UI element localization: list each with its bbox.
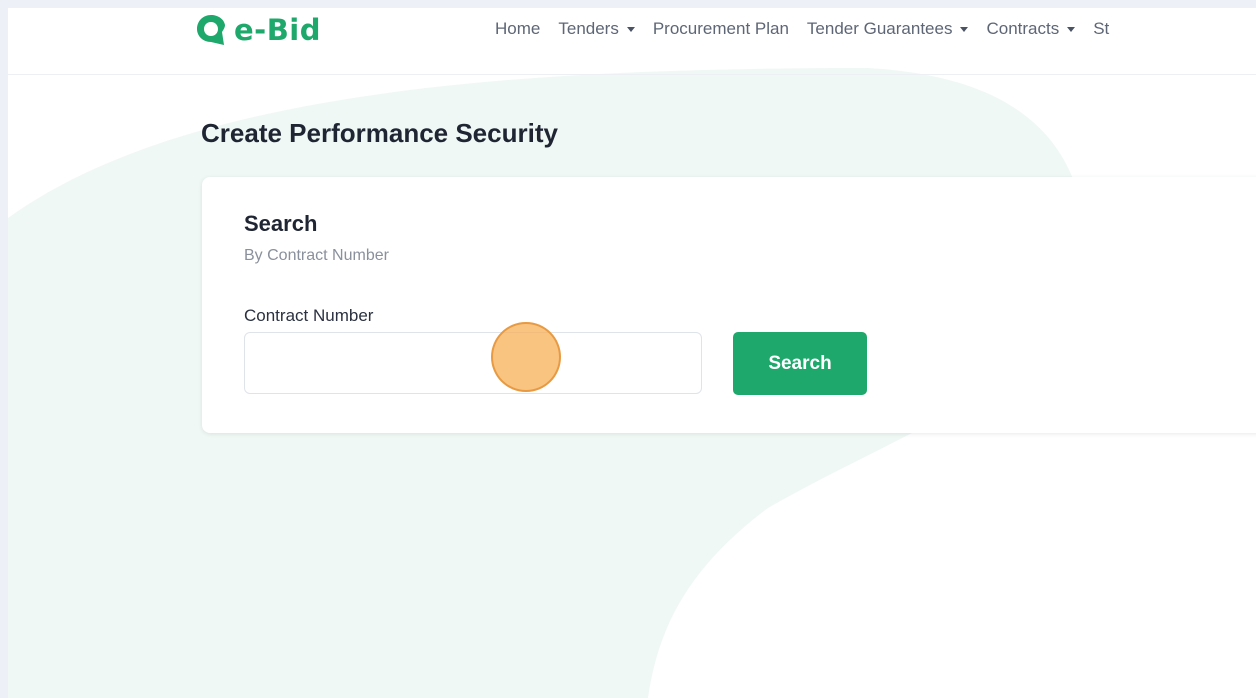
page-title: Create Performance Security <box>201 118 558 148</box>
caret-down-icon <box>626 27 635 32</box>
nav-procurement-plan-label: Procurement Plan <box>652 19 789 38</box>
click-indicator <box>491 322 561 392</box>
top-navbar: e-Bid Home Tenders Procurement Plan Tend… <box>8 8 1256 75</box>
search-card: Search By Contract Number Contract Numbe… <box>202 177 1256 433</box>
logo-text: e-Bid <box>234 13 322 47</box>
nav-home-label: Home <box>495 19 541 38</box>
contract-number-input[interactable] <box>244 332 702 394</box>
browser-viewport: e-Bid Home Tenders Procurement Plan Tend… <box>8 8 1256 698</box>
main-nav: Home Tenders Procurement Plan Tender Gua… <box>495 19 1127 39</box>
card-subtitle: By Contract Number <box>244 247 389 264</box>
logo[interactable]: e-Bid <box>194 10 321 50</box>
nav-tenders[interactable]: Tenders <box>558 19 635 39</box>
nav-tender-guarantees[interactable]: Tender Guarantees <box>807 19 969 39</box>
nav-procurement-plan[interactable]: Procurement Plan <box>653 19 789 39</box>
nav-truncated-item[interactable]: St <box>1093 19 1109 39</box>
nav-truncated-label: St <box>1093 19 1110 38</box>
nav-contracts[interactable]: Contracts <box>986 19 1076 39</box>
search-button[interactable]: Search <box>733 332 867 395</box>
nav-tender-guarantees-label: Tender Guarantees <box>806 19 953 38</box>
nav-contracts-label: Contracts <box>986 19 1060 38</box>
nav-home[interactable]: Home <box>495 19 540 39</box>
card-title: Search <box>244 211 318 236</box>
map-pin-icon <box>197 15 225 45</box>
caret-down-icon <box>960 27 969 32</box>
nav-tenders-label: Tenders <box>558 19 619 38</box>
caret-down-icon <box>1067 27 1076 32</box>
contract-number-label: Contract Number <box>244 306 374 325</box>
